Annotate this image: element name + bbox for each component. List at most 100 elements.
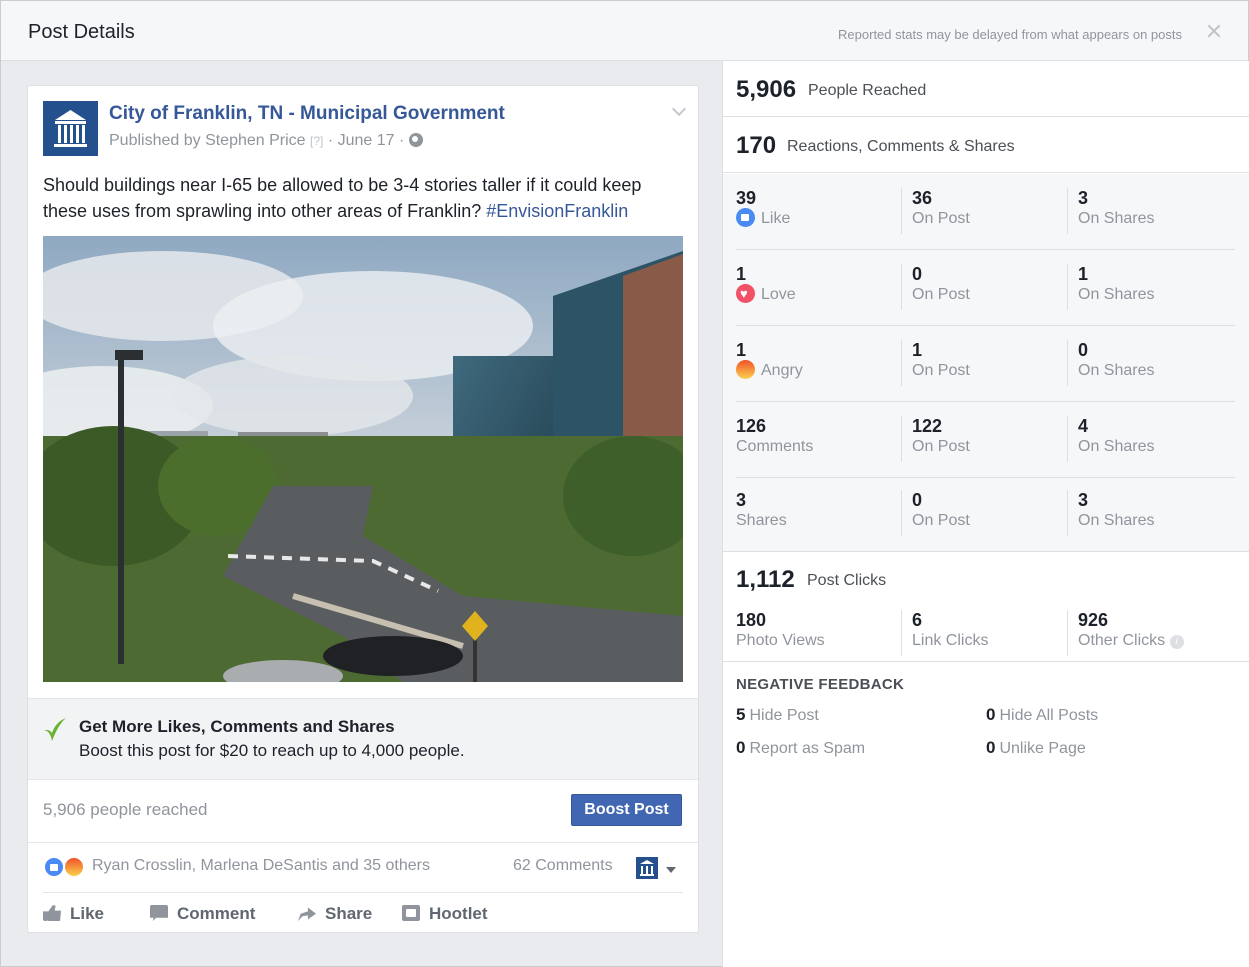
engagement-value: 170 <box>736 132 777 159</box>
page-name-link[interactable]: City of Franklin, TN - Municipal Governm… <box>109 103 505 125</box>
boost-post-button[interactable]: Boost Post <box>571 794 682 826</box>
boost-promo-title: Get More Likes, Comments and Shares <box>79 717 395 736</box>
shares-total-cell: 3 Shares <box>736 490 903 536</box>
comments-total: 126 <box>736 416 767 436</box>
divider <box>43 892 683 893</box>
other-clicks-label: Other Clicks <box>1078 632 1166 649</box>
thumbs-up-icon <box>43 905 61 921</box>
clicks-breakdown: 180 Photo Views 6 Link Clicks 926 Other … <box>736 602 1235 656</box>
city-hall-logo-icon <box>43 101 98 156</box>
shares-on-post: 0 <box>912 490 923 510</box>
people-reached-value: 5,906 <box>736 76 797 103</box>
link-clicks-label: Link Clicks <box>912 632 989 649</box>
page-avatar[interactable] <box>43 101 98 156</box>
office-buildings-photo <box>43 236 683 682</box>
like-label: Like <box>761 210 791 227</box>
divider <box>28 842 698 843</box>
close-icon[interactable] <box>1204 21 1224 41</box>
love-total-cell: 1 Love <box>736 264 903 310</box>
caret-down-icon[interactable] <box>666 867 676 873</box>
dialog-title: Post Details <box>28 21 135 43</box>
stat-row-like: 39 Like 36 On Post 3 On Shares <box>736 174 1235 250</box>
love-icon <box>736 284 755 303</box>
acting-page-avatar[interactable] <box>636 857 658 879</box>
info-icon[interactable]: i <box>1169 635 1184 649</box>
comment-action[interactable]: Comment <box>150 904 255 928</box>
publisher: Published by Stephen Price <box>109 132 306 149</box>
love-on-post: 0 <box>912 264 923 284</box>
photo-views-value: 180 <box>736 610 767 630</box>
on-shares-label: On Shares <box>1078 362 1155 379</box>
like-action[interactable]: Like <box>43 904 104 928</box>
reactors-link[interactable]: Ryan Crosslin, Marlena DeSantis and 35 o… <box>92 857 430 875</box>
reactions-breakdown: 39 Like 36 On Post 3 On Shares 1 Love <box>723 174 1249 552</box>
spam-value: 0 <box>736 738 746 757</box>
hootlet-action-label: Hootlet <box>429 904 488 923</box>
post-photo[interactable] <box>43 236 683 682</box>
chevron-down-icon[interactable] <box>671 101 687 117</box>
on-post-label: On Post <box>912 286 970 303</box>
globe-icon <box>408 133 423 147</box>
post-clicks-value: 1,112 <box>736 566 795 593</box>
angry-total-cell: 1 Angry <box>736 340 903 386</box>
help-mark[interactable]: [?] <box>310 134 323 148</box>
on-shares-label: On Shares <box>1078 286 1155 303</box>
angry-label: Angry <box>761 362 803 379</box>
people-reached-text: 5,906 people reached <box>43 800 208 819</box>
comment-action-label: Comment <box>177 904 256 923</box>
post-card: City of Franklin, TN - Municipal Governm… <box>27 85 699 933</box>
post-text: Should buildings near I-65 be allowed to… <box>43 172 688 224</box>
city-hall-logo-icon <box>640 860 654 876</box>
on-post-label: On Post <box>912 512 970 529</box>
report-spam-stat: 0 Report as Spam <box>736 738 865 758</box>
like-on-shares-cell: 3 On Shares <box>1067 188 1234 234</box>
on-shares-label: On Shares <box>1078 512 1155 529</box>
love-label: Love <box>761 286 796 303</box>
angry-icon <box>736 360 755 379</box>
link-clicks-cell: 6 Link Clicks <box>901 610 1068 656</box>
comments-label: Comments <box>736 438 814 455</box>
people-reached-row: 5,906 People Reached <box>723 61 1249 117</box>
share-action[interactable]: Share <box>298 904 372 928</box>
like-on-post: 36 <box>912 188 933 208</box>
other-clicks-value: 926 <box>1078 610 1109 630</box>
angry-total: 1 <box>736 340 747 360</box>
engagement-label: Reactions, Comments & Shares <box>787 138 1015 155</box>
love-total: 1 <box>736 264 747 284</box>
negative-feedback-section: NEGATIVE FEEDBACK 5 Hide Post 0 Hide All P… <box>723 662 1249 782</box>
hootlet-action[interactable]: Hootlet <box>402 904 488 928</box>
angry-on-post: 1 <box>912 340 923 360</box>
unlike-label: Unlike Page <box>999 740 1086 757</box>
angry-on-shares: 0 <box>1078 340 1089 360</box>
reaction-icons[interactable] <box>43 856 91 880</box>
hide-all-label: Hide All Posts <box>999 707 1099 724</box>
dialog-header: Post Details Reported stats may be delay… <box>1 1 1248 61</box>
angry-on-shares-cell: 0 On Shares <box>1067 340 1234 386</box>
share-action-label: Share <box>325 904 373 923</box>
angry-on-post-cell: 1 On Post <box>901 340 1068 386</box>
comments-count-link[interactable]: 62 Comments <box>513 857 613 875</box>
on-shares-label: On Shares <box>1078 210 1155 227</box>
photo-views-cell: 180 Photo Views <box>736 610 903 656</box>
post-date[interactable]: · June 17 · <box>328 132 404 149</box>
comment-icon <box>150 905 168 921</box>
hide-all-value: 0 <box>986 705 996 724</box>
other-clicks-cell: 926 Other Clicks i <box>1067 610 1234 656</box>
hashtag-link[interactable]: #EnvisionFranklin <box>486 201 628 221</box>
comments-on-shares: 4 <box>1078 416 1089 436</box>
post-meta: Published by Stephen Price [?] · June 17… <box>109 132 423 150</box>
stat-row-shares: 3 Shares 0 On Post 3 On Shares <box>736 476 1235 552</box>
love-on-shares-cell: 1 On Shares <box>1067 264 1234 310</box>
hide-post-label: Hide Post <box>749 707 819 724</box>
hide-all-posts-stat: 0 Hide All Posts <box>986 705 1098 725</box>
on-post-label: On Post <box>912 362 970 379</box>
like-on-shares: 3 <box>1078 188 1089 208</box>
shares-on-shares: 3 <box>1078 490 1089 510</box>
shares-label: Shares <box>736 512 787 529</box>
link-clicks-value: 6 <box>912 610 923 630</box>
love-on-shares: 1 <box>1078 264 1089 284</box>
post-clicks-label: Post Clicks <box>807 572 887 589</box>
delay-note: Reported stats may be delayed from what … <box>838 27 1182 42</box>
shares-on-post-cell: 0 On Post <box>901 490 1068 536</box>
hootlet-icon <box>402 905 420 921</box>
